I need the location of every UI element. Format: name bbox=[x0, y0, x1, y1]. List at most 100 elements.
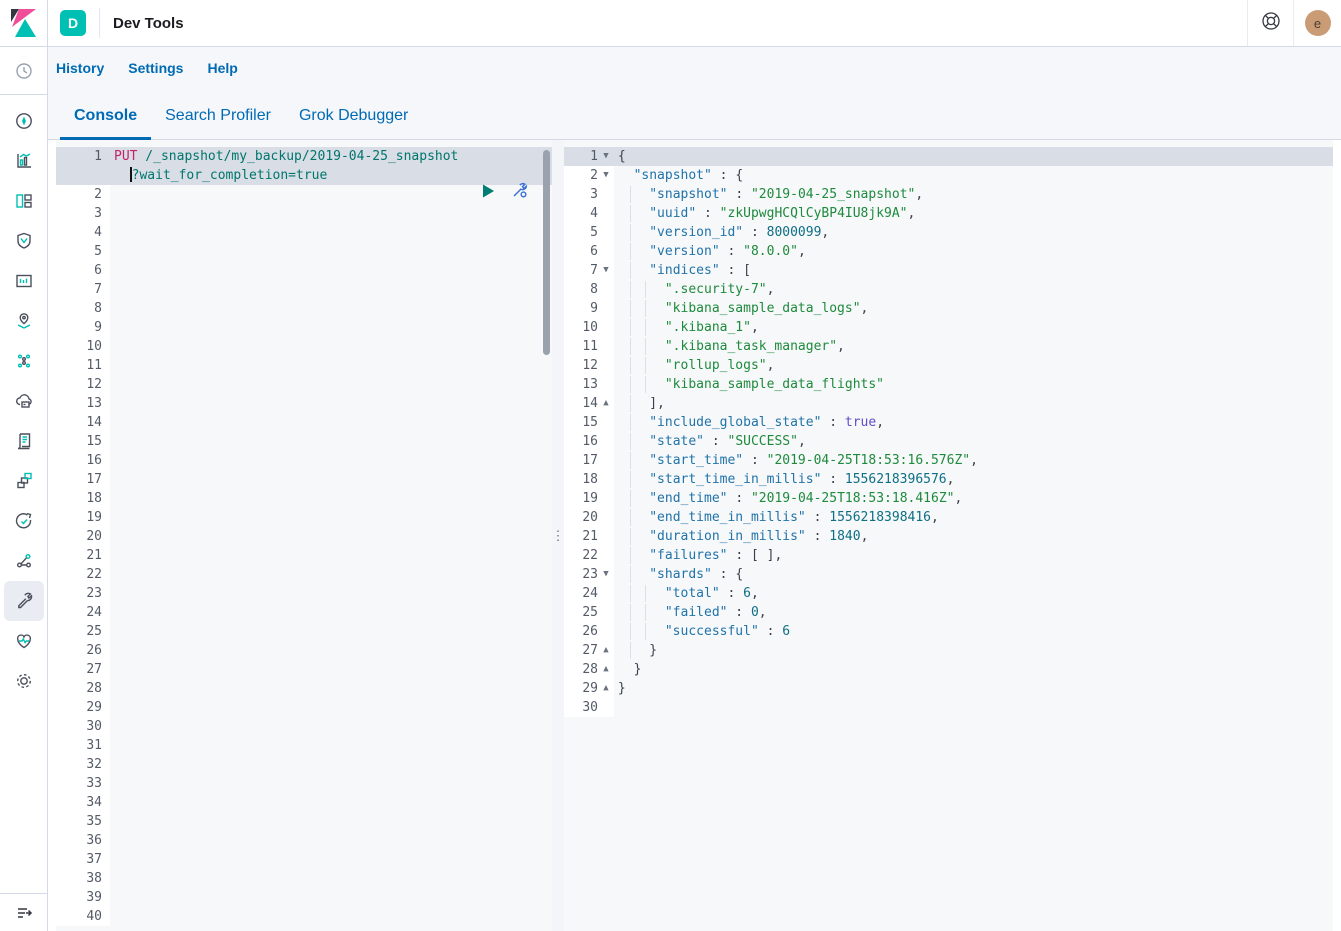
line-number: 2 bbox=[564, 166, 598, 185]
gear-icon bbox=[14, 671, 34, 691]
response-line: 1▼{ bbox=[564, 147, 1333, 166]
fold-toggle[interactable]: ▼ bbox=[598, 147, 614, 166]
line-number: 18 bbox=[564, 470, 598, 489]
fold-toggle[interactable]: ▲ bbox=[598, 641, 614, 660]
devtools-link-help[interactable]: Help bbox=[207, 60, 237, 76]
editor-line: 39 bbox=[56, 888, 552, 907]
devtools-tabs: ConsoleSearch ProfilerGrok Debugger bbox=[48, 88, 1341, 140]
fold-toggle[interactable]: ▼ bbox=[598, 261, 614, 280]
sidebar-item-maps[interactable] bbox=[4, 301, 44, 341]
line-number: 36 bbox=[56, 831, 102, 850]
wrench-icon bbox=[14, 591, 34, 611]
sidebar-item-siem[interactable] bbox=[4, 221, 44, 261]
tab-grok-debugger[interactable]: Grok Debugger bbox=[285, 107, 422, 139]
response-line: 6"version" : "8.0.0", bbox=[564, 242, 1333, 261]
editor-line: 6 bbox=[56, 261, 552, 280]
app-root: D Dev Tools e HistorySettin bbox=[0, 0, 1341, 931]
line-number: 12 bbox=[564, 356, 598, 375]
sidebar-item-dev-tools[interactable] bbox=[4, 581, 44, 621]
recently-viewed-button[interactable] bbox=[0, 47, 47, 95]
request-editor[interactable]: 1PUT /_snapshot/my_backup/2019-04-25_sna… bbox=[56, 140, 552, 931]
editor-line: 14 bbox=[56, 413, 552, 432]
editor-line: 20 bbox=[56, 527, 552, 546]
line-number: 25 bbox=[564, 603, 598, 622]
sidebar-item-monitoring[interactable] bbox=[4, 621, 44, 661]
main-column: D Dev Tools e HistorySettin bbox=[48, 0, 1341, 931]
editor-line: 1PUT /_snapshot/my_backup/2019-04-25_sna… bbox=[56, 147, 552, 166]
devtools-link-history[interactable]: History bbox=[56, 60, 104, 76]
tab-console[interactable]: Console bbox=[60, 107, 151, 139]
sidebar-item-dashboard[interactable] bbox=[4, 181, 44, 221]
response-line: 4"uuid" : "zkUpwgHCQlCyBP4IU8jk9A", bbox=[564, 204, 1333, 223]
line-number bbox=[56, 166, 102, 185]
line-number: 31 bbox=[56, 736, 102, 755]
sidebar-item-canvas[interactable] bbox=[4, 261, 44, 301]
fold-slot bbox=[598, 242, 614, 261]
response-viewer[interactable]: 1▼{2▼"snapshot" : {3"snapshot" : "2019-0… bbox=[564, 140, 1333, 931]
stacked-boxes-icon bbox=[14, 471, 34, 491]
response-line: 14▲], bbox=[564, 394, 1333, 413]
fold-toggle[interactable]: ▲ bbox=[598, 394, 614, 413]
editor-line: 17 bbox=[56, 470, 552, 489]
panel-splitter[interactable]: ⋮ bbox=[552, 140, 564, 931]
fold-slot bbox=[598, 603, 614, 622]
editor-line: 10 bbox=[56, 337, 552, 356]
response-line: 2▼"snapshot" : { bbox=[564, 166, 1333, 185]
editor-line: 35 bbox=[56, 812, 552, 831]
line-number: 15 bbox=[56, 432, 102, 451]
line-number: 16 bbox=[56, 451, 102, 470]
sidebar-item-visualize[interactable] bbox=[4, 141, 44, 181]
response-line: 28▲} bbox=[564, 660, 1333, 679]
line-number: 24 bbox=[56, 603, 102, 622]
sidebar-item-apm[interactable] bbox=[4, 461, 44, 501]
response-line: 21"duration_in_millis" : 1840, bbox=[564, 527, 1333, 546]
sidebar-item-uptime[interactable] bbox=[4, 501, 44, 541]
editor-line: 23 bbox=[56, 584, 552, 603]
ml-dots-icon bbox=[14, 351, 34, 371]
user-menu-button[interactable]: e bbox=[1293, 0, 1341, 46]
editor-scrollbar[interactable] bbox=[543, 150, 550, 355]
fold-slot bbox=[598, 299, 614, 318]
editor-line: 34 bbox=[56, 793, 552, 812]
editor-line: 40 bbox=[56, 907, 552, 926]
sidebar-item-logs[interactable] bbox=[4, 421, 44, 461]
editor-line: 22 bbox=[56, 565, 552, 584]
collapse-sidebar-button[interactable] bbox=[4, 893, 44, 931]
devtools-links: History Settings Help bbox=[48, 47, 1341, 88]
tab-search-profiler[interactable]: Search Profiler bbox=[151, 107, 285, 139]
line-number: 19 bbox=[564, 489, 598, 508]
editor-line: 11 bbox=[56, 356, 552, 375]
sidebar-item-infrastructure[interactable] bbox=[4, 381, 44, 421]
sidebar-item-machine-learning[interactable] bbox=[4, 341, 44, 381]
line-number: 30 bbox=[56, 717, 102, 736]
fold-toggle[interactable]: ▼ bbox=[598, 166, 614, 185]
editor-line: 4 bbox=[56, 223, 552, 242]
devtools-link-settings[interactable]: Settings bbox=[128, 60, 183, 76]
app-badge[interactable]: D bbox=[60, 10, 86, 36]
sidebar-item-management[interactable] bbox=[4, 661, 44, 701]
response-line: 3"snapshot" : "2019-04-25_snapshot", bbox=[564, 185, 1333, 204]
fold-slot bbox=[598, 584, 614, 603]
response-line: 24"total" : 6, bbox=[564, 584, 1333, 603]
help-menu-button[interactable] bbox=[1247, 0, 1293, 46]
line-number: 13 bbox=[564, 375, 598, 394]
sidebar-item-graph[interactable] bbox=[4, 541, 44, 581]
line-number: 39 bbox=[56, 888, 102, 907]
dashboard-icon bbox=[14, 191, 34, 211]
line-number: 37 bbox=[56, 850, 102, 869]
fold-slot bbox=[598, 508, 614, 527]
kibana-logo[interactable] bbox=[0, 0, 47, 47]
line-number: 40 bbox=[56, 907, 102, 926]
fold-slot bbox=[598, 527, 614, 546]
fold-toggle[interactable]: ▲ bbox=[598, 679, 614, 698]
help-icon bbox=[1260, 10, 1282, 37]
fold-toggle[interactable]: ▼ bbox=[598, 565, 614, 584]
line-number: 6 bbox=[564, 242, 598, 261]
line-number: 22 bbox=[56, 565, 102, 584]
fold-toggle[interactable]: ▲ bbox=[598, 660, 614, 679]
sidebar-item-discover[interactable] bbox=[4, 101, 44, 141]
line-number: 29 bbox=[56, 698, 102, 717]
response-line: 12"rollup_logs", bbox=[564, 356, 1333, 375]
fold-slot bbox=[598, 375, 614, 394]
line-number: 10 bbox=[56, 337, 102, 356]
